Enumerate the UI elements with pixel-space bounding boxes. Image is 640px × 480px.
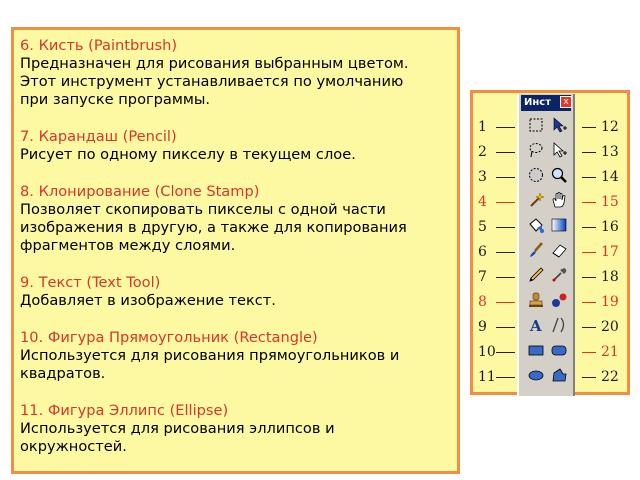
section-line: Рисует по одному пикселу в текущем слое. — [20, 146, 356, 163]
direct-select-icon[interactable] — [550, 141, 568, 159]
pointer-line — [582, 277, 596, 278]
section-line: Предназначен для рисования выбранным цве… — [20, 55, 409, 72]
section-pencil: 7. Карандаш (Pencil) Рисует по одному пи… — [20, 128, 451, 164]
tool-number: 18 — [601, 269, 619, 285]
pointer-line — [582, 177, 596, 178]
section-text-tool: 9. Текст (Text Tool) Добавляет в изображ… — [20, 274, 451, 310]
pointer-line — [496, 302, 515, 303]
tool-number: 17 — [601, 244, 619, 260]
paint-bucket-icon[interactable] — [527, 216, 545, 234]
pointer-line — [496, 177, 515, 178]
rectangle-shape-icon[interactable] — [527, 341, 545, 359]
section-title: 6. Кисть (Paintbrush) — [20, 37, 178, 54]
tool-number: 9 — [478, 319, 487, 335]
section-clone-stamp: 8. Клонирование (Clone Stamp) Позволяет … — [20, 183, 451, 255]
tool-number: 11 — [478, 369, 496, 385]
section-title: 9. Текст (Text Tool) — [20, 274, 161, 291]
tool-number: 15 — [601, 194, 619, 210]
tool-number: 20 — [601, 319, 619, 335]
section-line: Этот инструмент устанавливается по умолч… — [20, 73, 404, 90]
pointer-line — [582, 252, 596, 253]
clone-stamp-icon[interactable] — [527, 291, 545, 309]
pointer-line — [496, 277, 515, 278]
tool-number: 3 — [478, 169, 487, 185]
tool-number: 8 — [478, 294, 487, 310]
pointer-line — [582, 152, 596, 153]
recolor-icon[interactable] — [550, 291, 568, 309]
pointer-line — [582, 327, 596, 328]
pointer-line — [582, 352, 596, 353]
tool-number: 6 — [478, 244, 487, 260]
close-icon: x — [563, 97, 569, 107]
tool-number: 4 — [478, 194, 487, 210]
tool-number: 14 — [601, 169, 619, 185]
section-ellipse: 11. Фигура Эллипс (Ellipse) Используется… — [20, 402, 451, 456]
tool-number: 16 — [601, 219, 619, 235]
section-line: Используется для рисования эллипсов и — [20, 420, 335, 437]
freeform-shape-icon[interactable] — [550, 366, 568, 384]
section-line: изображения в другую, а также для копиро… — [20, 219, 407, 236]
pointer-line — [582, 202, 596, 203]
tool-number: 19 — [601, 294, 619, 310]
paintbrush-icon[interactable] — [527, 241, 545, 259]
lasso-icon[interactable] — [527, 141, 545, 159]
section-paintbrush: 6. Кисть (Paintbrush) Предназначен для р… — [20, 37, 451, 109]
magic-wand-icon[interactable] — [527, 191, 545, 209]
pointer-line — [496, 202, 515, 203]
line-curve-icon[interactable] — [550, 316, 568, 334]
toolbox-title: Инст — [524, 97, 552, 108]
section-rectangle: 10. Фигура Прямоугольник (Rectangle) Исп… — [20, 329, 451, 383]
tool-number: 7 — [478, 269, 487, 285]
close-button[interactable]: x — [560, 96, 572, 108]
pointer-line — [582, 227, 596, 228]
section-line: при запуске программы. — [20, 91, 211, 108]
text-icon[interactable]: A — [527, 316, 545, 335]
rect-select-icon[interactable] — [527, 116, 545, 134]
pointer-line — [496, 252, 515, 253]
pointer-line — [582, 127, 596, 128]
section-line: Позволяет скопировать пикселы с одной ча… — [20, 201, 386, 218]
section-title: 8. Клонирование (Clone Stamp) — [20, 183, 260, 200]
pointer-line — [582, 377, 596, 378]
section-title: 10. Фигура Прямоугольник (Rectangle) — [20, 329, 318, 346]
tool-number: 12 — [601, 119, 619, 135]
color-picker-icon[interactable] — [550, 266, 568, 284]
section-line: Добавляет в изображение текст. — [20, 292, 276, 309]
section-line: фрагментов между слоями. — [20, 237, 236, 254]
pointer-line — [496, 152, 515, 153]
section-line: окружностей. — [20, 438, 127, 455]
ellipse-select-icon[interactable] — [527, 166, 545, 184]
pointer-line — [496, 127, 515, 128]
section-line: Используется для рисования прямоугольник… — [20, 347, 400, 364]
tool-number: 1 — [478, 119, 487, 135]
eraser-icon[interactable] — [550, 241, 568, 259]
zoom-icon[interactable] — [550, 166, 568, 184]
ellipse-shape-icon[interactable] — [527, 366, 545, 384]
tool-number: 22 — [601, 369, 619, 385]
pointer-line — [496, 227, 515, 228]
tool-number: 13 — [601, 144, 619, 160]
section-line: квадратов. — [20, 365, 106, 382]
pointer-line — [496, 352, 515, 353]
tool-number: 2 — [478, 144, 487, 160]
tool-number: 10 — [478, 344, 496, 360]
pan-hand-icon[interactable] — [550, 191, 568, 209]
svg-text:A: A — [529, 317, 542, 334]
pointer-line — [496, 327, 515, 328]
pointer-line — [582, 302, 596, 303]
tool-number: 5 — [478, 219, 487, 235]
description-panel: 6. Кисть (Paintbrush) Предназначен для р… — [11, 27, 460, 474]
gradient-icon[interactable] — [550, 216, 568, 234]
section-title: 7. Карандаш (Pencil) — [20, 128, 177, 145]
pointer-line — [496, 377, 515, 378]
section-title: 11. Фигура Эллипс (Ellipse) — [20, 402, 229, 419]
rounded-rect-icon[interactable] — [550, 341, 568, 359]
move-pointer-icon[interactable] — [550, 116, 568, 134]
pencil-icon[interactable] — [527, 266, 545, 284]
tool-number: 21 — [601, 344, 619, 360]
